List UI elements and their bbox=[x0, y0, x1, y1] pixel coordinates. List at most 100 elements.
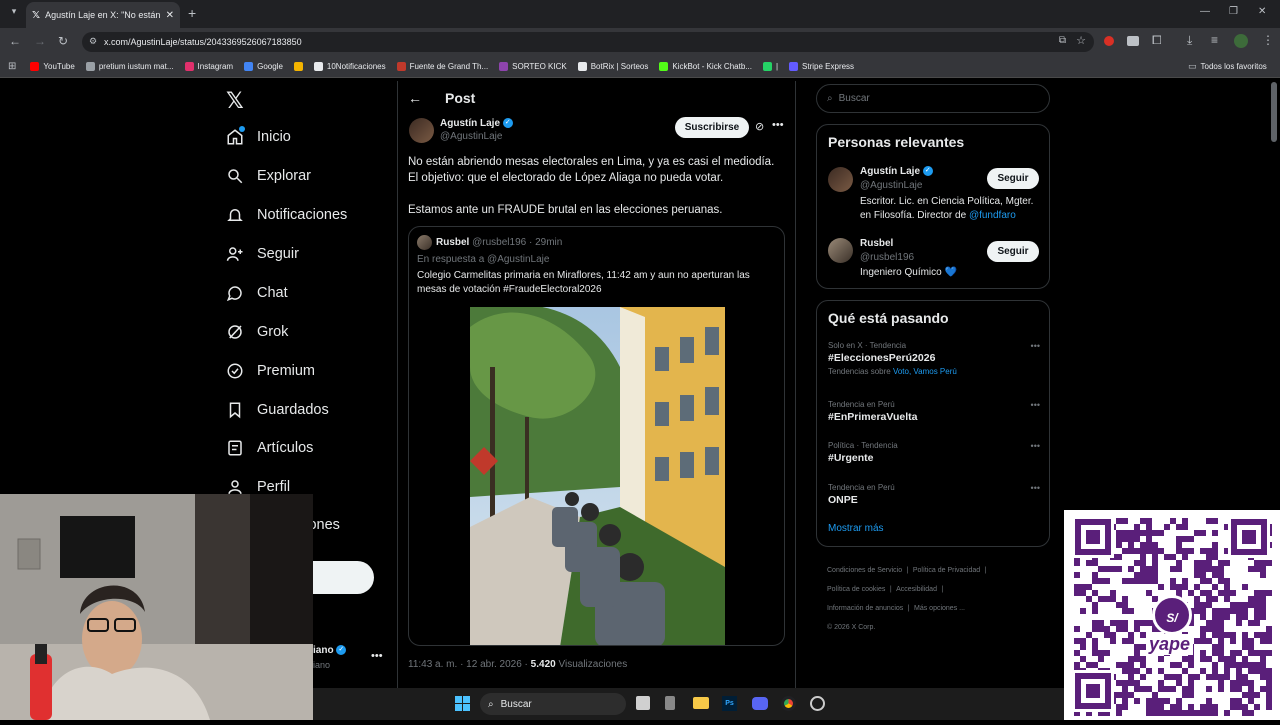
bookmark-item[interactable]: 10Notificaciones bbox=[313, 62, 386, 71]
person-handle[interactable]: @rusbel196 bbox=[860, 252, 914, 263]
person-avatar[interactable] bbox=[828, 238, 853, 263]
person-name[interactable]: Rusbel bbox=[860, 238, 893, 249]
discord-icon[interactable] bbox=[752, 697, 768, 710]
star-icon[interactable]: ☆ bbox=[1076, 34, 1086, 47]
apps-icon[interactable]: ⊞ bbox=[8, 61, 16, 72]
media-icon[interactable]: ≡ bbox=[1211, 33, 1218, 47]
download-icon[interactable]: ⤓ bbox=[1187, 33, 1192, 48]
trend-item[interactable]: Solo en X · Tendencia #EleccionesPerú2026… bbox=[828, 341, 1040, 376]
x-logo-icon[interactable]: 𝕏 bbox=[226, 88, 244, 114]
account-more-icon[interactable]: ••• bbox=[371, 650, 383, 662]
quote-time[interactable]: · 29min bbox=[529, 237, 562, 248]
extensions-puzzle-icon[interactable]: ⧠ bbox=[1152, 33, 1162, 48]
close-window-icon[interactable]: ✕ bbox=[1258, 6, 1266, 17]
person-name[interactable]: Agustín Laje ✓ bbox=[860, 166, 933, 177]
nav-item-chat[interactable]: Chat bbox=[226, 284, 288, 302]
trend-more-icon[interactable]: ••• bbox=[1031, 400, 1040, 410]
quote-photo[interactable] bbox=[470, 307, 725, 645]
nav-item-bell[interactable]: Notificaciones bbox=[226, 206, 347, 224]
quoted-post[interactable]: Rusbel @rusbel196 · 29min En respuesta a… bbox=[408, 226, 785, 646]
follow-button[interactable]: Seguir bbox=[987, 241, 1039, 262]
footer-link[interactable]: Política de Privacidad bbox=[913, 567, 980, 574]
bio-link[interactable]: @fundfaro bbox=[969, 210, 1016, 221]
person-avatar[interactable] bbox=[828, 167, 853, 192]
author-handle[interactable]: @AgustinLaje bbox=[440, 131, 502, 142]
tab-search-icon[interactable]: ▾ bbox=[6, 6, 22, 22]
extension-icon[interactable] bbox=[1127, 36, 1139, 46]
minimize-icon[interactable]: — bbox=[1200, 6, 1210, 17]
separator: | bbox=[889, 586, 892, 593]
nav-item-premium[interactable]: Premium bbox=[226, 362, 315, 380]
trend-item[interactable]: Política · Tendencia #Urgente ••• bbox=[828, 441, 1040, 464]
address-bar[interactable]: ⚙ x.com/AgustinLaje/status/2043369526067… bbox=[82, 32, 1094, 52]
app-icon[interactable] bbox=[665, 696, 675, 710]
install-icon[interactable]: ⧉ bbox=[1059, 35, 1066, 46]
author-name[interactable]: Agustín Laje ✓ bbox=[440, 118, 513, 129]
quote-avatar[interactable] bbox=[417, 235, 432, 250]
follow-button[interactable]: Seguir bbox=[987, 168, 1039, 189]
app-icon[interactable] bbox=[810, 696, 825, 711]
task-view-icon[interactable] bbox=[636, 696, 650, 710]
bookmark-item[interactable]: Stripe Express bbox=[789, 62, 854, 71]
nav-item-bookmark[interactable]: Guardados bbox=[226, 401, 329, 419]
trend-more-icon[interactable]: ••• bbox=[1031, 441, 1040, 451]
new-tab-icon[interactable]: + bbox=[188, 5, 196, 21]
bookmark-item[interactable]: YouTube bbox=[30, 62, 75, 71]
footer-link[interactable]: Accesibilidad bbox=[896, 586, 937, 593]
windows-start-icon[interactable] bbox=[455, 696, 470, 711]
browser-tab[interactable]: 𝕏 Agustín Laje en X: "No están ab ✕ bbox=[26, 2, 180, 28]
subscribe-button[interactable]: Suscribirse bbox=[675, 117, 749, 138]
photoshop-icon[interactable]: Ps bbox=[722, 696, 737, 711]
back-icon[interactable]: ← bbox=[9, 34, 21, 48]
chrome-icon[interactable] bbox=[781, 696, 796, 711]
trend-more-icon[interactable]: ••• bbox=[1031, 341, 1040, 351]
quote-author-name[interactable]: Rusbel bbox=[436, 237, 469, 248]
nav-item-home[interactable]: Inicio bbox=[226, 126, 291, 146]
page-scrollbar[interactable] bbox=[1271, 82, 1277, 142]
bookmark-item[interactable]: Fuente de Grand Th... bbox=[396, 62, 488, 71]
bookmark-item[interactable] bbox=[293, 62, 303, 71]
close-tab-icon[interactable]: ✕ bbox=[166, 10, 174, 21]
footer-link[interactable]: Más opciones ... bbox=[914, 605, 965, 612]
footer-link[interactable]: Información de anuncios bbox=[827, 605, 903, 612]
bookmark-item[interactable]: pretium iustum mat... bbox=[85, 62, 174, 71]
trend-more-icon[interactable]: ••• bbox=[1031, 483, 1040, 493]
extension-icon[interactable] bbox=[1104, 36, 1114, 46]
footer-link[interactable]: Condiciones de Servicio bbox=[827, 567, 902, 574]
grok-icon[interactable]: ⊘ bbox=[755, 120, 764, 133]
quote-reply-to[interactable]: En respuesta a @AgustinLaje bbox=[417, 254, 549, 265]
site-info-icon[interactable]: ⚙ bbox=[89, 36, 97, 47]
author-avatar[interactable] bbox=[409, 118, 434, 143]
person-handle[interactable]: @AgustinLaje bbox=[860, 180, 922, 191]
nav-item-article[interactable]: Artículos bbox=[226, 439, 313, 457]
nav-item-search[interactable]: Explorar bbox=[226, 167, 311, 185]
trend-item[interactable]: Tendencia en Perú ONPE ••• bbox=[828, 483, 1040, 506]
nav-item-grok[interactable]: Grok bbox=[226, 323, 288, 341]
quote-handle[interactable]: @rusbel196 bbox=[472, 237, 526, 248]
bookmark-item[interactable]: SORTEO KICK bbox=[499, 62, 567, 71]
separator: | bbox=[906, 567, 909, 574]
all-bookmarks[interactable]: ▭ Todos los favoritos bbox=[1188, 61, 1267, 72]
back-arrow-icon[interactable]: ← bbox=[408, 90, 422, 106]
trend-item[interactable]: Tendencia en Perú #EnPrimeraVuelta ••• bbox=[828, 400, 1040, 423]
profile-avatar[interactable] bbox=[1234, 34, 1248, 48]
trend-related-links[interactable]: Voto, Vamos Perú bbox=[893, 367, 957, 376]
taskbar-search[interactable]: ⌕ Buscar bbox=[480, 693, 626, 715]
reload-icon[interactable]: ↻ bbox=[58, 34, 68, 48]
nav-item-add-user[interactable]: Seguir bbox=[226, 245, 299, 263]
bookmark-item[interactable]: BotRix | Sorteos bbox=[577, 62, 648, 71]
post-timestamp[interactable]: 11:43 a. m. · 12 abr. 2026 · bbox=[408, 659, 531, 670]
restore-icon[interactable]: ❐ bbox=[1229, 6, 1238, 17]
footer-link[interactable]: Política de cookies bbox=[827, 586, 885, 593]
menu-icon[interactable]: ⋮ bbox=[1262, 33, 1274, 47]
bookmark-item[interactable]: KickBot - Kick Chatb... bbox=[659, 62, 752, 71]
bookmark-item[interactable]: | bbox=[762, 62, 778, 71]
search-box[interactable]: ⌕ Buscar bbox=[816, 84, 1050, 113]
trends-card: Qué está pasando Solo en X · Tendencia #E… bbox=[816, 300, 1050, 547]
show-more-link[interactable]: Mostrar más bbox=[828, 523, 884, 534]
bookmark-item[interactable]: Google bbox=[244, 62, 283, 71]
file-explorer-icon[interactable] bbox=[693, 697, 709, 709]
forward-icon[interactable]: → bbox=[34, 34, 46, 48]
bookmark-item[interactable]: Instagram bbox=[184, 62, 233, 71]
more-options-icon[interactable]: ••• bbox=[772, 119, 784, 131]
